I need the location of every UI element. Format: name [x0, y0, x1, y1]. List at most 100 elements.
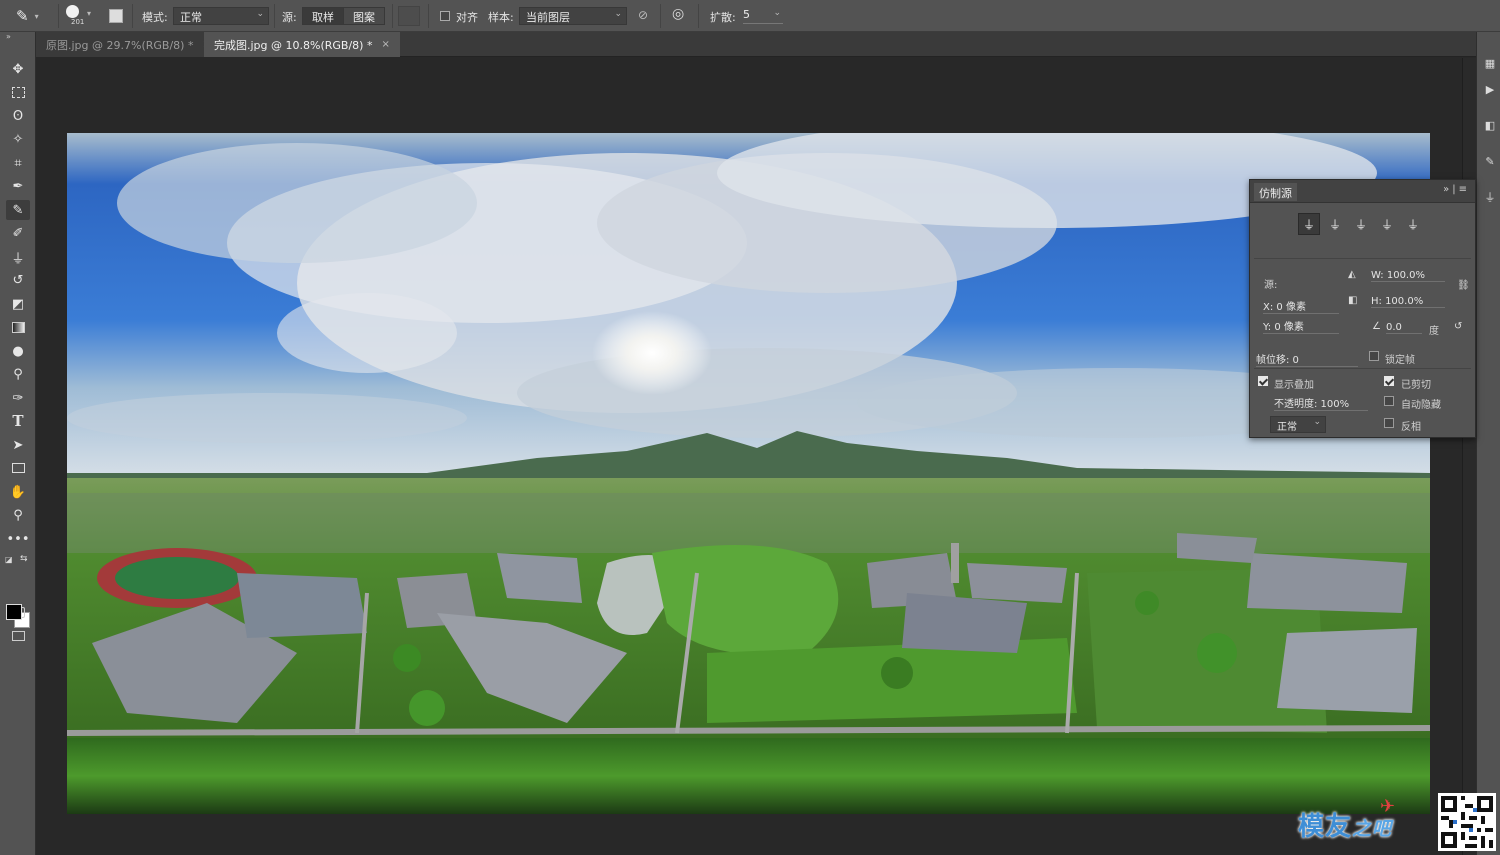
history-brush-icon: ↺	[12, 272, 24, 288]
close-icon[interactable]: ×	[381, 39, 389, 50]
type-tool[interactable]: T	[6, 411, 30, 431]
overlay-blend-mode-select[interactable]: 正常 ⌄	[1270, 416, 1326, 433]
diffusion-label: 扩散:	[710, 11, 736, 24]
pen-tool[interactable]: ✑	[6, 388, 30, 408]
brush-tool[interactable]: ✐	[6, 223, 30, 243]
mode-select-value: 正常	[180, 11, 202, 24]
show-overlay-checkbox[interactable]	[1258, 376, 1268, 386]
aligned-checkbox[interactable]	[440, 11, 450, 21]
divider	[660, 4, 661, 28]
magic-wand-icon: ✧	[12, 131, 24, 147]
blend-mode-value: 正常	[1277, 422, 1297, 433]
healing-brush-tool[interactable]: ✎	[6, 200, 30, 220]
rotation-angle-field[interactable]: 0.0	[1386, 322, 1422, 334]
screen-mode[interactable]	[6, 626, 30, 646]
actions-panel-icon[interactable]: ▶	[1483, 82, 1497, 96]
foreground-color-swatch[interactable]	[6, 604, 22, 620]
layers-panel-icon[interactable]: ◧	[1483, 118, 1497, 132]
history-panel-icon[interactable]: ▦	[1483, 56, 1497, 70]
collapse-toolbar-icon[interactable]: »	[6, 32, 11, 41]
clone-source-3-button[interactable]: ⏚	[1350, 213, 1372, 235]
clone-stamp-tool[interactable]: ⏚	[6, 247, 30, 267]
clone-source-4-button[interactable]: ⏚	[1376, 213, 1398, 235]
brush-settings-icon[interactable]: ✎	[1483, 154, 1497, 168]
gradient-tool[interactable]	[6, 317, 30, 337]
history-brush-tool[interactable]: ↺	[6, 270, 30, 290]
zoom-icon: ⚲	[13, 507, 23, 523]
panel-header: 仿制源 »|≡	[1250, 180, 1475, 203]
zoom-tool[interactable]: ⚲	[6, 505, 30, 525]
marquee-tool[interactable]	[6, 82, 30, 102]
hand-tool[interactable]: ✋	[6, 482, 30, 502]
divider	[392, 4, 393, 28]
panel-title[interactable]: 仿制源	[1254, 183, 1297, 201]
edit-toolbar[interactable]: •••	[6, 529, 30, 549]
clone-source-2-button[interactable]: ⏚	[1324, 213, 1346, 235]
rectangle-tool[interactable]	[6, 458, 30, 478]
stamp-icon: ⏚	[1406, 217, 1419, 232]
healing-brush-tool-preset[interactable]: ✎ ▾	[16, 0, 39, 32]
auto-hide-checkbox[interactable]	[1384, 396, 1394, 406]
move-tool[interactable]: ✥	[6, 59, 30, 79]
divider	[274, 4, 275, 28]
reset-transform-icon[interactable]: ↺	[1454, 321, 1462, 332]
diffusion-field[interactable]: 5 ⌄	[743, 8, 783, 24]
lock-frame-checkbox[interactable]	[1369, 351, 1379, 361]
offset-x-field[interactable]: X: 0 像素	[1263, 298, 1339, 314]
clone-source-1-button[interactable]: ⏚	[1298, 213, 1320, 235]
frame-offset-field[interactable]: 帧位移: 0	[1256, 351, 1358, 367]
flip-vertical-icon[interactable]: ◧	[1348, 295, 1357, 306]
angle-unit: 度	[1429, 326, 1439, 337]
chevron-down-icon: ⌄	[614, 9, 622, 19]
width-scale-field[interactable]: W: 100.0%	[1371, 270, 1445, 282]
divider	[1254, 368, 1471, 369]
path-selection-tool[interactable]: ➤	[6, 435, 30, 455]
clone-source-panel-toggle[interactable]	[109, 0, 123, 32]
clone-source-panel-icon[interactable]: ⏚	[1483, 190, 1497, 204]
eyedropper-tool[interactable]: ✒	[6, 176, 30, 196]
gradient-icon	[11, 321, 25, 333]
panorama-image[interactable]	[67, 133, 1430, 814]
tab-original[interactable]: 原图.jpg @ 29.7%(RGB/8) * ×	[36, 32, 221, 57]
pen-icon: ✑	[12, 390, 24, 406]
bandage-icon: ✎	[16, 7, 29, 25]
rectangle-icon	[11, 463, 25, 473]
pattern-picker[interactable]	[398, 6, 420, 26]
magic-wand-tool[interactable]: ✧	[6, 129, 30, 149]
dodge-tool[interactable]: ⚲	[6, 364, 30, 384]
eraser-tool[interactable]: ◩	[6, 294, 30, 314]
qr-code	[1438, 793, 1496, 851]
right-panel-dock: ▦ ▶ ◧ ✎ ⏚	[1476, 32, 1500, 855]
clone-source-5-button[interactable]: ⏚	[1402, 213, 1424, 235]
default-colors-icon[interactable]: ◪	[5, 555, 13, 564]
panel-menu-icon[interactable]: »|≡	[1443, 184, 1470, 195]
marquee-icon	[11, 86, 25, 98]
tab-label: 原图.jpg @ 29.7%(RGB/8) *	[46, 38, 194, 52]
divider	[1254, 258, 1471, 259]
invert-checkbox[interactable]	[1384, 418, 1394, 428]
sample-select[interactable]: 当前图层 ⌄	[519, 7, 627, 25]
mode-select[interactable]: 正常 ⌄	[173, 7, 269, 25]
chevron-down-icon: ⌄	[773, 8, 781, 18]
offset-y-field[interactable]: Y: 0 像素	[1263, 318, 1339, 334]
clone-source-panel: 仿制源 »|≡ ⏚ ⏚ ⏚ ⏚ ⏚ 源: X: 0 像素 Y: 0 像素 ◭ ◧…	[1249, 179, 1476, 438]
ignore-adjustment-layers-icon[interactable]: ⊘	[638, 8, 648, 22]
source-pattern-button[interactable]: 图案	[343, 7, 385, 25]
move-icon: ✥	[12, 61, 24, 77]
vertical-scrollbar[interactable]	[1462, 58, 1476, 855]
panorama-drawing	[67, 133, 1430, 814]
tab-finished[interactable]: 完成图.jpg @ 10.8%(RGB/8) * ×	[204, 32, 400, 57]
clipped-checkbox[interactable]	[1384, 376, 1394, 386]
blur-tool[interactable]: ●	[6, 341, 30, 361]
source-label: 源:	[1264, 280, 1278, 291]
crop-tool[interactable]: ⌗	[6, 153, 30, 173]
pressure-size-icon[interactable]: ◎	[672, 6, 684, 22]
link-icon[interactable]: ⛓	[1457, 280, 1470, 291]
overlay-opacity-field[interactable]: 不透明度: 100%	[1274, 395, 1368, 411]
source-sampled-button[interactable]: 取样	[302, 7, 344, 25]
height-scale-field[interactable]: H: 100.0%	[1371, 296, 1445, 308]
lasso-tool[interactable]: ʘ	[6, 106, 30, 126]
flip-horizontal-icon[interactable]: ◭	[1348, 269, 1356, 280]
brush-size-picker[interactable]: ▾	[66, 0, 91, 32]
swap-colors-icon[interactable]: ⇆	[20, 554, 28, 564]
